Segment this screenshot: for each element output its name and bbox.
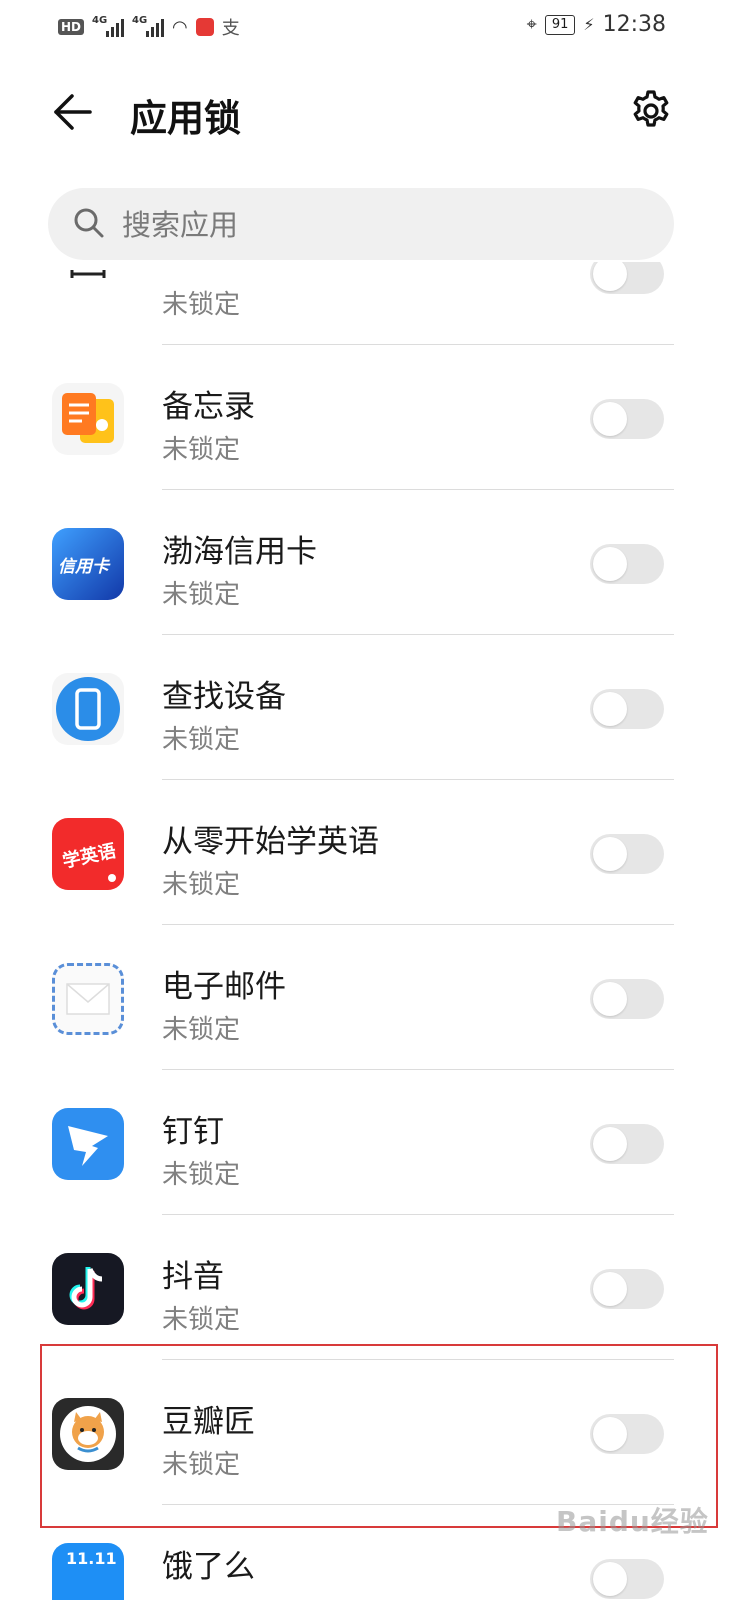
toggle-knob <box>593 982 627 1016</box>
toggle-knob <box>593 262 627 291</box>
list-item: 抖音 未锁定 <box>0 1215 738 1360</box>
app-name: 电子邮件 <box>162 969 286 1005</box>
list-item: 豆瓣匠 未锁定 <box>0 1360 738 1505</box>
status-bar: HD 4G 4G ◠ 支 ⌖ 91 ⚡ 12:38 <box>0 0 738 56</box>
toggle-knob <box>593 1272 627 1306</box>
lock-toggle[interactable] <box>590 834 664 874</box>
lock-status: 未锁定 <box>162 290 241 320</box>
list-item: 未锁定 <box>0 262 738 345</box>
battery-indicator: 91 <box>544 14 576 35</box>
location-icon: ⌖ <box>526 14 537 35</box>
toggle-knob <box>593 692 627 726</box>
credit-card-app-icon: 信用卡 <box>52 528 124 600</box>
lock-toggle[interactable] <box>590 979 664 1019</box>
lock-toggle[interactable] <box>590 1124 664 1164</box>
watermark: Baidu经验 <box>556 1505 709 1538</box>
back-arrow-icon[interactable] <box>50 90 94 134</box>
dingtalk-icon <box>52 1108 124 1180</box>
alipay-icon: 支 <box>221 18 240 39</box>
settings-gear-icon[interactable] <box>628 88 674 134</box>
douyin-icon <box>52 1253 124 1325</box>
list-item: 学英语 从零开始学英语 未锁定 <box>0 780 738 925</box>
lock-toggle[interactable] <box>590 1269 664 1309</box>
app-name: 抖音 <box>162 1259 224 1295</box>
app-name: 钉钉 <box>162 1114 224 1150</box>
lock-toggle[interactable] <box>590 262 664 294</box>
icon-label: 11.11 <box>66 1549 117 1568</box>
toggle-knob <box>593 547 627 581</box>
list-item: 钉钉 未锁定 <box>0 1070 738 1215</box>
app-name: 从零开始学英语 <box>162 824 379 860</box>
status-right: ⌖ 91 ⚡ 12:38 <box>527 12 666 37</box>
eleme-icon: 11.11 <box>52 1543 124 1600</box>
lock-toggle[interactable] <box>590 689 664 729</box>
lock-status: 未锁定 <box>162 580 241 610</box>
lock-status: 未锁定 <box>162 435 241 465</box>
app-name: 备忘录 <box>162 389 255 425</box>
search-icon <box>74 208 104 238</box>
learn-english-icon: 学英语 <box>52 818 124 890</box>
app-name: 饿了么 <box>162 1549 255 1585</box>
app-list: 未锁定 备忘录 未锁定 信用卡 渤海信用卡 未锁定 查找设备 未锁定 学英语 从… <box>0 262 738 1600</box>
email-icon <box>52 963 124 1035</box>
clock: 12:38 <box>602 12 666 37</box>
toggle-knob <box>593 1562 627 1596</box>
icon-label: 学英语 <box>60 840 118 873</box>
toggle-knob <box>593 1127 627 1161</box>
lock-status: 未锁定 <box>162 870 241 900</box>
lock-toggle[interactable] <box>590 544 664 584</box>
lock-toggle[interactable] <box>590 1559 664 1599</box>
list-item: 信用卡 渤海信用卡 未锁定 <box>0 490 738 635</box>
notes-icon <box>52 383 124 455</box>
search-bar[interactable] <box>48 188 674 260</box>
lock-status: 未锁定 <box>162 1450 241 1480</box>
toggle-knob <box>593 1417 627 1451</box>
list-item: 备忘录 未锁定 <box>0 345 738 490</box>
toggle-knob <box>593 402 627 436</box>
wifi-icon: ◠ <box>172 16 188 38</box>
app-name: 查找设备 <box>162 679 286 715</box>
lock-toggle[interactable] <box>590 399 664 439</box>
notification-app-icon <box>195 18 214 36</box>
hd-badge: HD <box>58 19 85 35</box>
charging-icon: ⚡ <box>583 15 595 34</box>
lock-status: 未锁定 <box>162 1015 241 1045</box>
app-name: 渤海信用卡 <box>162 534 317 570</box>
find-device-icon <box>52 673 124 745</box>
list-item: 查找设备 未锁定 <box>0 635 738 780</box>
lock-status: 未锁定 <box>162 1160 241 1190</box>
lock-toggle[interactable] <box>590 1414 664 1454</box>
ruler-icon <box>52 262 124 310</box>
signal-icon-2: 4G <box>132 15 165 37</box>
signal-icon: 4G <box>92 15 125 37</box>
lock-status: 未锁定 <box>162 725 241 755</box>
lock-status: 未锁定 <box>162 1305 241 1335</box>
icon-label: 信用卡 <box>58 557 109 577</box>
list-item: 电子邮件 未锁定 <box>0 925 738 1070</box>
page-title: 应用锁 <box>130 97 241 140</box>
app-name: 豆瓣匠 <box>162 1404 255 1440</box>
status-left: HD 4G 4G ◠ 支 <box>58 14 240 40</box>
toggle-knob <box>593 837 627 871</box>
search-input[interactable] <box>120 202 644 248</box>
doubanjiang-icon <box>52 1398 124 1470</box>
